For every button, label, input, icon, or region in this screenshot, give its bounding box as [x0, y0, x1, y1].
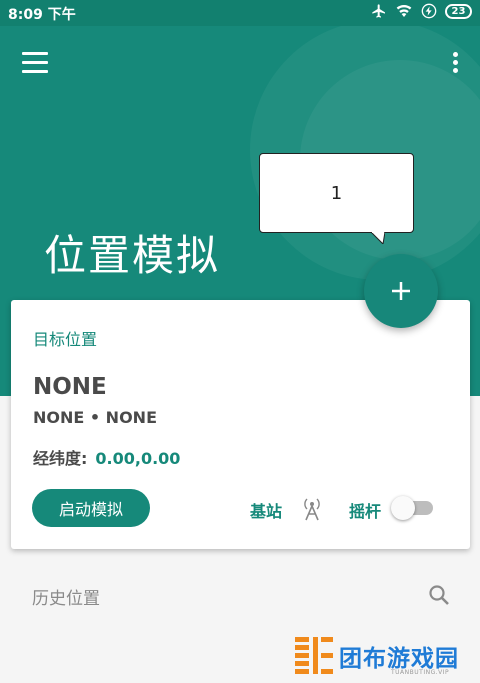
card-header: 目标位置 — [33, 330, 98, 349]
add-icon — [392, 282, 410, 300]
more-vert-icon-dot — [452, 60, 458, 65]
menu-button[interactable] — [22, 52, 52, 78]
coordinates-value: 0.00,0.00 — [95, 449, 181, 468]
status-time: 8:09 下午 — [8, 7, 76, 23]
menu-icon-bar — [22, 52, 48, 55]
charging-icon — [421, 3, 437, 19]
watermark-text: 团布游戏园 — [339, 646, 459, 672]
joystick-label: 摇杆 — [349, 502, 382, 521]
status-icons: 23 — [371, 3, 472, 19]
history-section-label: 历史位置 — [32, 589, 100, 609]
watermark: 团布游戏园 TUANBUTING.VIP — [293, 633, 473, 681]
menu-icon-bar — [22, 70, 48, 73]
target-location-card: 目标位置 NONE NONE • NONE 经纬度: 0.00,0.00 启动模拟… — [11, 300, 470, 549]
wifi-icon — [396, 5, 412, 17]
location-name: NONE — [33, 374, 107, 400]
battery-icon: 23 — [445, 3, 472, 19]
search-icon[interactable] — [428, 584, 450, 606]
watermark-subtext: TUANBUTING.VIP — [391, 669, 450, 676]
more-options-button[interactable] — [450, 52, 460, 78]
menu-icon-bar — [22, 61, 48, 64]
tooltip-tail — [371, 232, 385, 244]
watermark-logo — [295, 637, 333, 674]
joystick-toggle[interactable] — [391, 496, 435, 520]
base-station-label: 基站 — [250, 502, 283, 521]
airplane-icon — [372, 4, 385, 18]
more-vert-icon-dot — [452, 52, 458, 57]
page-title: 位置模拟 — [44, 231, 221, 280]
status-bar: 8:09 下午 23 — [0, 0, 480, 26]
coordinates-row: 经纬度: 0.00,0.00 — [33, 445, 180, 469]
coordinates-label: 经纬度: — [33, 449, 88, 468]
start-simulation-button[interactable]: 启动模拟 — [32, 489, 150, 527]
toggle-knob — [391, 496, 415, 520]
tooltip-bubble: 1 — [259, 153, 414, 233]
antenna-icon[interactable] — [302, 495, 322, 521]
location-subtitle: NONE • NONE — [33, 408, 157, 427]
more-vert-icon-dot — [452, 68, 458, 73]
add-location-fab[interactable] — [364, 254, 438, 328]
